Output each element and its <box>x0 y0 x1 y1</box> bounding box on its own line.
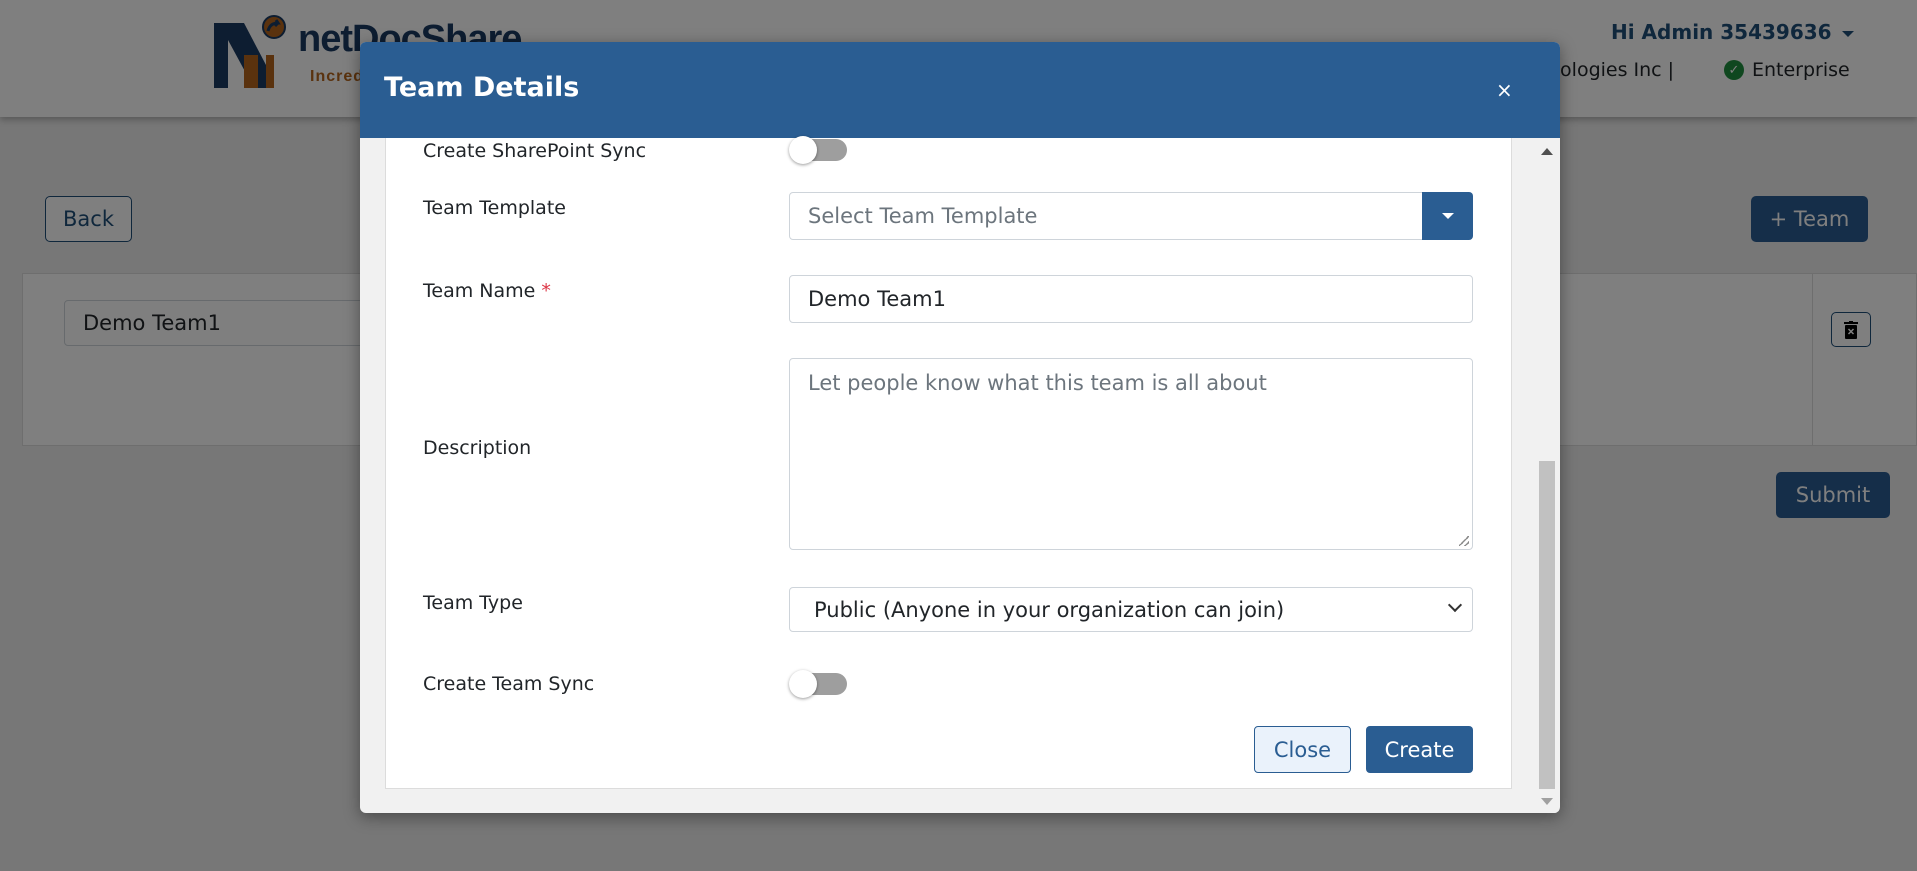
caret-down-icon <box>1441 213 1454 219</box>
team-name-label-text: Team Name <box>423 280 536 302</box>
team-type-label: Team Type <box>423 592 523 614</box>
modal-title: Team Details <box>384 72 580 103</box>
team-sync-toggle[interactable] <box>789 670 847 698</box>
scroll-down-arrow-icon[interactable] <box>1541 798 1553 805</box>
toggle-knob <box>789 670 817 698</box>
create-button[interactable]: Create <box>1366 726 1473 773</box>
team-details-modal: Team Details × Create SharePoint Sync Te… <box>360 42 1560 813</box>
description-placeholder: Let people know what this team is all ab… <box>808 371 1267 395</box>
team-template-placeholder: Select Team Template <box>808 204 1038 228</box>
toggle-knob <box>789 136 817 164</box>
description-textarea[interactable]: Let people know what this team is all ab… <box>789 358 1473 550</box>
chevron-down-icon <box>1447 597 1463 613</box>
team-type-select[interactable]: Public (Anyone in your organization can … <box>789 587 1473 632</box>
close-button[interactable]: Close <box>1254 726 1351 773</box>
description-label: Description <box>423 437 532 459</box>
modal-header: Team Details × <box>360 42 1560 138</box>
sharepoint-sync-label: Create SharePoint Sync <box>423 140 647 162</box>
resize-grip-icon[interactable] <box>1459 536 1469 546</box>
required-mark: * <box>541 280 551 302</box>
team-sync-label: Create Team Sync <box>423 673 595 695</box>
sharepoint-sync-toggle[interactable] <box>789 136 847 164</box>
scroll-up-arrow-icon[interactable] <box>1541 148 1553 155</box>
team-template-label: Team Template <box>423 197 566 219</box>
scrollbar-thumb[interactable] <box>1539 461 1555 789</box>
close-icon[interactable]: × <box>1496 78 1513 102</box>
team-name-input[interactable]: Demo Team1 <box>789 275 1473 323</box>
team-template-select[interactable]: Select Team Template <box>789 192 1423 240</box>
team-name-label: Team Name * <box>423 280 551 302</box>
team-type-value: Public (Anyone in your organization can … <box>814 597 1285 622</box>
team-template-dropdown-button[interactable] <box>1422 192 1473 240</box>
